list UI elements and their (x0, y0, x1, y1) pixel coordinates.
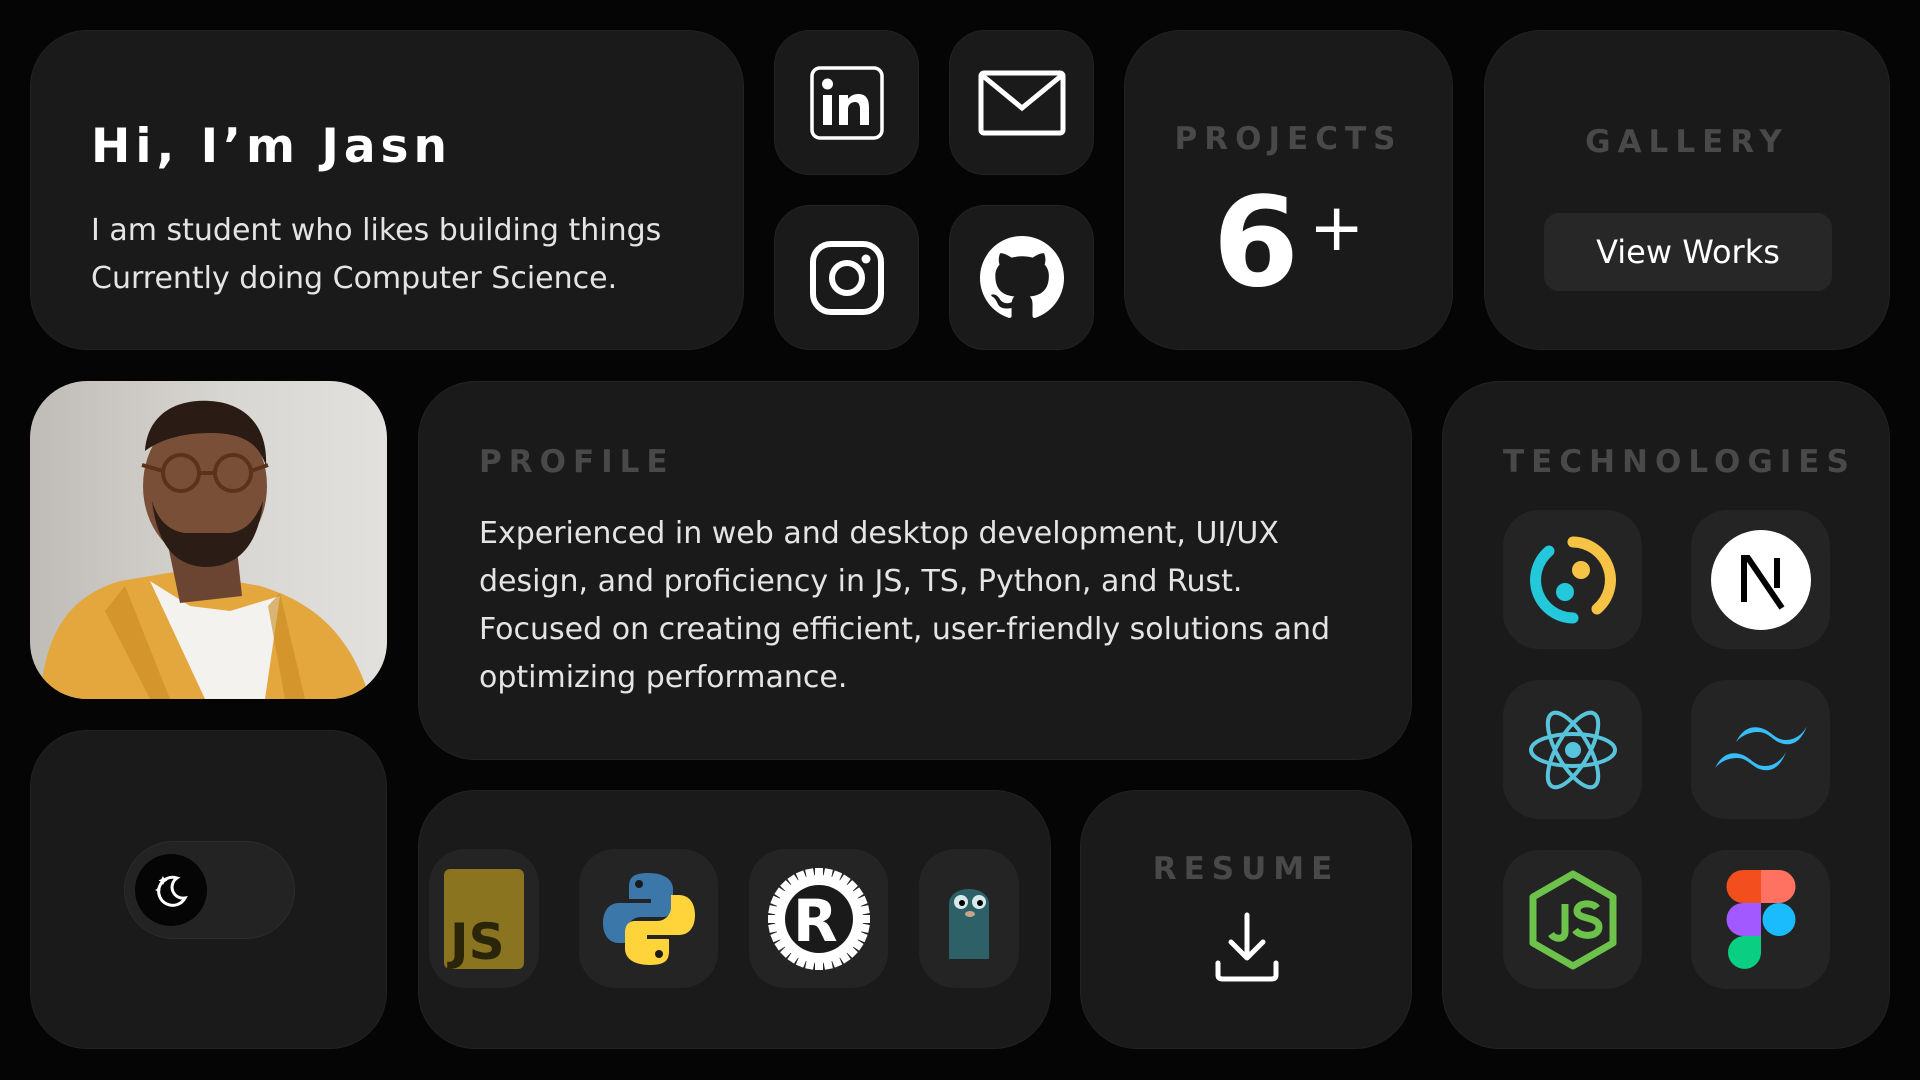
technologies-card: TECHNOLOGIES (1442, 381, 1890, 1049)
theme-toggle[interactable] (124, 841, 295, 939)
languages-card: JS R (418, 790, 1051, 1049)
rust-icon: R (767, 867, 870, 970)
lang-tile-rust[interactable]: R (749, 849, 888, 988)
tech-tile-nodejs[interactable] (1503, 850, 1642, 989)
intro-line-2: Currently doing Computer Science. (91, 261, 618, 296)
python-icon (602, 872, 695, 965)
tauri-icon (1529, 536, 1616, 623)
profile-photo (30, 381, 387, 699)
projects-count-value: 6 (1212, 171, 1299, 315)
resume-label: RESUME (1152, 851, 1340, 887)
tech-tile-tauri[interactable] (1503, 510, 1642, 649)
profile-label: PROFILE (479, 444, 675, 480)
projects-count-suffix: + (1308, 189, 1365, 266)
nextjs-icon (1710, 529, 1811, 630)
download-icon[interactable] (1214, 911, 1280, 983)
go-gopher-icon (949, 888, 989, 959)
tech-tile-react[interactable] (1503, 680, 1642, 819)
intro-card: Hi, I’m Jasn I am student who likes buil… (30, 30, 744, 350)
gallery-label: GALLERY (1585, 124, 1789, 160)
projects-label: PROJECTS (1174, 121, 1403, 157)
lang-tile-go[interactable] (919, 849, 1019, 988)
tech-tile-figma[interactable] (1691, 850, 1830, 989)
greeting-heading: Hi, I’m Jasn (91, 119, 452, 174)
theme-card (30, 730, 387, 1049)
instagram-link[interactable] (774, 205, 919, 350)
github-link[interactable] (949, 205, 1094, 350)
react-icon (1528, 710, 1617, 789)
profile-card: PROFILE Experienced in web and desktop d… (418, 381, 1412, 760)
figma-icon (1726, 869, 1795, 969)
svg-text:R: R (793, 887, 838, 955)
gallery-card: GALLERY View Works (1484, 30, 1890, 350)
lang-tile-javascript[interactable]: JS (429, 849, 539, 988)
linkedin-icon (809, 65, 884, 140)
instagram-icon (809, 240, 884, 315)
toggle-knob (135, 854, 207, 926)
projects-count: 6 + (1125, 181, 1452, 305)
linkedin-link[interactable] (774, 30, 919, 175)
profile-text: Experienced in web and desktop developme… (479, 516, 1331, 695)
resume-card: RESUME (1080, 790, 1412, 1049)
github-icon (979, 235, 1064, 318)
javascript-icon: JS (444, 868, 524, 969)
technologies-label: TECHNOLOGIES (1503, 444, 1856, 480)
projects-card[interactable]: PROJECTS 6 + (1124, 30, 1453, 350)
svg-text:JS: JS (447, 913, 505, 969)
intro-text: I am student who likes building things C… (91, 207, 661, 303)
intro-line-1: I am student who likes building things (91, 213, 662, 248)
portrait-image (40, 400, 370, 699)
tech-tile-nextjs[interactable] (1691, 510, 1830, 649)
tech-tile-tailwind[interactable] (1691, 680, 1830, 819)
email-link[interactable] (949, 30, 1094, 175)
tailwind-icon (1714, 725, 1807, 770)
mail-icon (978, 70, 1065, 135)
view-works-button[interactable]: View Works (1544, 213, 1832, 291)
moon-stars-icon (155, 875, 188, 907)
nodejs-icon (1529, 870, 1616, 969)
lang-tile-python[interactable] (579, 849, 718, 988)
